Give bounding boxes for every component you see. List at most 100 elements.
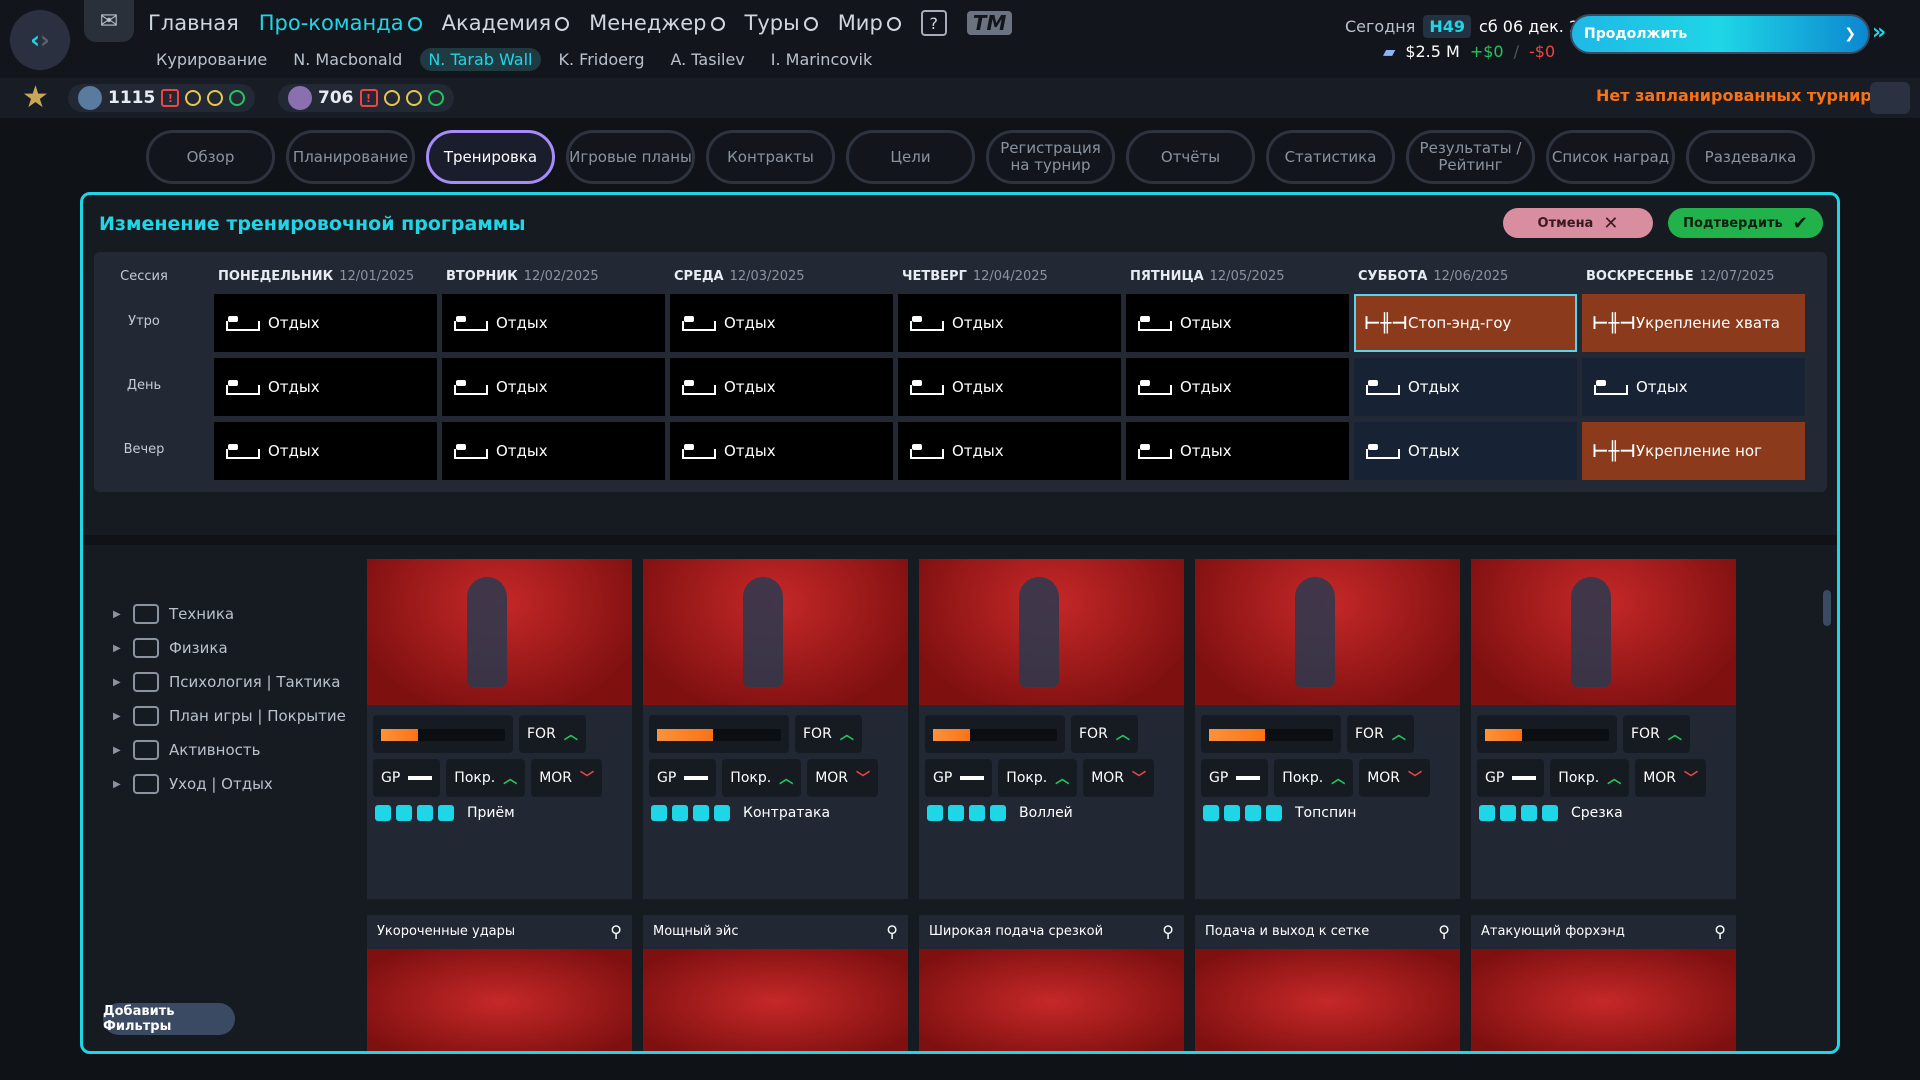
favorite-star-icon[interactable]: ★ — [22, 80, 49, 115]
bed-icon — [1136, 377, 1172, 397]
schedule-cell[interactable]: Отдых — [1126, 294, 1349, 352]
nav-pro-team[interactable]: Про-команда — [259, 11, 422, 35]
filter-item[interactable]: ▶ Техника — [113, 597, 346, 631]
schedule-cell[interactable]: Отдых — [670, 422, 893, 480]
tab-results-ranking[interactable]: Результаты / Рейтинг — [1406, 130, 1535, 184]
schedule-cell[interactable]: Отдых — [442, 422, 665, 480]
filter-item[interactable]: ▶ Уход | Отдых — [113, 767, 346, 801]
schedule-cell[interactable]: Отдых — [1354, 422, 1577, 480]
schedule-cell[interactable]: Отдых — [214, 422, 437, 480]
nav-academy[interactable]: Академия — [442, 11, 570, 35]
filter-item[interactable]: ▶ Физика — [113, 631, 346, 665]
bed-icon — [680, 377, 716, 397]
help-button[interactable]: ? — [920, 10, 947, 36]
drill-card[interactable]: Атакующий форхэнд ⚲ — [1471, 915, 1736, 1051]
calendar-icon[interactable] — [1870, 82, 1910, 114]
tab-locker-room[interactable]: Раздевалка — [1686, 130, 1815, 184]
tab-statistics[interactable]: Статистика — [1266, 130, 1395, 184]
chevron-down-icon: ﹀ — [856, 771, 871, 787]
scrollbar[interactable] — [1823, 590, 1831, 626]
tab-bar: Обзор Планирование Тренировка Игровые пл… — [146, 130, 1815, 184]
nav-home[interactable]: Главная — [148, 11, 239, 35]
chevron-up-icon: ︿ — [839, 727, 854, 743]
mor-stat: MOR ﹀ — [531, 759, 603, 797]
tab-overview[interactable]: Обзор — [146, 130, 275, 184]
tab-registration[interactable]: Регистрация на турнир — [986, 130, 1115, 184]
drill-card[interactable]: Укороченные удары ⚲ — [367, 915, 632, 1051]
cancel-button[interactable]: Отмена ✕ — [1503, 208, 1653, 238]
menu-dot-icon — [555, 17, 570, 31]
racket-icon: ⚲ — [1162, 921, 1174, 941]
confirm-button[interactable]: Подтвердить ✔ — [1668, 208, 1823, 238]
filter-label: Уход | Отдых — [169, 775, 273, 793]
schedule-cell[interactable]: Отдых — [214, 358, 437, 416]
nav-world[interactable]: Мир — [838, 11, 901, 35]
drill-image — [919, 559, 1184, 705]
tm-logo[interactable]: TM — [966, 11, 1013, 35]
schedule-cell[interactable]: Отдых — [442, 358, 665, 416]
schedule-cell[interactable]: Отдых — [442, 294, 665, 352]
session-header: Сессия — [120, 269, 168, 284]
people-icon — [133, 740, 159, 760]
filter-item[interactable]: ▶ Активность — [113, 733, 346, 767]
player-stat-2[interactable]: 706 ! — [278, 84, 454, 112]
schedule-cell[interactable]: Отдых — [898, 358, 1121, 416]
schedule-cell[interactable]: Отдых — [214, 294, 437, 352]
tab-goals[interactable]: Цели — [846, 130, 975, 184]
session-activity: Отдых — [1636, 378, 1688, 396]
subnav-player[interactable]: I. Marincovik — [763, 48, 880, 71]
schedule-cell[interactable]: Отдых — [670, 294, 893, 352]
mor-stat: MOR ﹀ — [807, 759, 879, 797]
schedule-cell[interactable]: Отдых — [1582, 358, 1805, 416]
nav-tours[interactable]: Туры — [745, 11, 818, 35]
schedule-cell[interactable]: ⊢╫⊣ Укрепление хвата — [1582, 294, 1805, 352]
subnav-player[interactable]: K. Fridoerg — [551, 48, 653, 71]
drill-card[interactable]: Мощный эйс ⚲ — [643, 915, 908, 1051]
tab-awards[interactable]: Список наград — [1546, 130, 1675, 184]
filter-item[interactable]: ▶ Психология | Тактика — [113, 665, 346, 699]
tab-contracts[interactable]: Контракты — [706, 130, 835, 184]
avatar — [288, 86, 312, 110]
filter-item[interactable]: ▶ План игры | Покрытие — [113, 699, 346, 733]
fast-forward-icon[interactable]: » — [1872, 20, 1886, 45]
schedule-cell[interactable]: Отдых — [898, 422, 1121, 480]
mood-icon — [383, 90, 400, 106]
subnav-curation[interactable]: Курирование — [148, 48, 275, 71]
bed-icon — [452, 377, 488, 397]
continue-button[interactable]: Продолжить ❯ — [1570, 14, 1870, 54]
tab-training[interactable]: Тренировка — [426, 130, 555, 184]
drill-card[interactable]: Подача и выход к сетке ⚲ — [1195, 915, 1460, 1051]
schedule-cell[interactable]: Отдых — [1126, 358, 1349, 416]
session-label: День — [126, 378, 162, 393]
drill-card[interactable]: FOR ︿ GP Покр. ︿ MOR ﹀ Приём — [367, 559, 632, 899]
nav-manager[interactable]: Менеджер — [589, 11, 725, 35]
player-stat-1[interactable]: 1115 ! — [68, 84, 256, 112]
add-filters-button[interactable]: Добавить Фильтры — [103, 1003, 235, 1035]
subnav-player[interactable]: A. Tasilev — [662, 48, 752, 71]
schedule-cell[interactable]: ⊢╫⊣ Стоп-энд-гоу — [1354, 294, 1577, 352]
intensity-bar — [373, 715, 513, 753]
check-icon: ✔ — [1792, 212, 1808, 234]
drill-skill: Воллей — [927, 805, 1073, 821]
subnav-player-selected[interactable]: N. Tarab Wall — [420, 48, 541, 71]
drill-name: Атакующий форхэнд — [1481, 923, 1625, 939]
schedule-cell[interactable]: ⊢╫⊣ Укрепление ног — [1582, 422, 1805, 480]
schedule-cell[interactable]: Отдых — [898, 294, 1121, 352]
schedule-cell[interactable]: Отдых — [670, 358, 893, 416]
tab-reports[interactable]: Отчёты — [1126, 130, 1255, 184]
drill-card[interactable]: FOR ︿ GP Покр. ︿ MOR ﹀ Топспин — [1195, 559, 1460, 899]
bed-icon — [452, 441, 488, 461]
schedule-cell[interactable]: Отдых — [1126, 422, 1349, 480]
back-forward-icon[interactable]: ‹ › — [10, 10, 70, 70]
schedule-cell[interactable]: Отдых — [1354, 358, 1577, 416]
drill-card[interactable]: Широкая подача срезкой ⚲ — [919, 915, 1184, 1051]
tab-planning[interactable]: Планирование — [286, 130, 415, 184]
tab-game-plans[interactable]: Игровые планы — [566, 130, 695, 184]
drill-card[interactable]: FOR ︿ GP Покр. ︿ MOR ﹀ Воллей — [919, 559, 1184, 899]
mood-icon — [405, 90, 422, 106]
drill-card[interactable]: FOR ︿ GP Покр. ︿ MOR ﹀ Срезка — [1471, 559, 1736, 899]
drill-card[interactable]: FOR ︿ GP Покр. ︿ MOR ﹀ Контратака — [643, 559, 908, 899]
mail-icon[interactable]: ✉ — [84, 0, 134, 42]
menu-dot-icon — [407, 17, 422, 31]
subnav-player[interactable]: N. Macbonald — [285, 48, 410, 71]
